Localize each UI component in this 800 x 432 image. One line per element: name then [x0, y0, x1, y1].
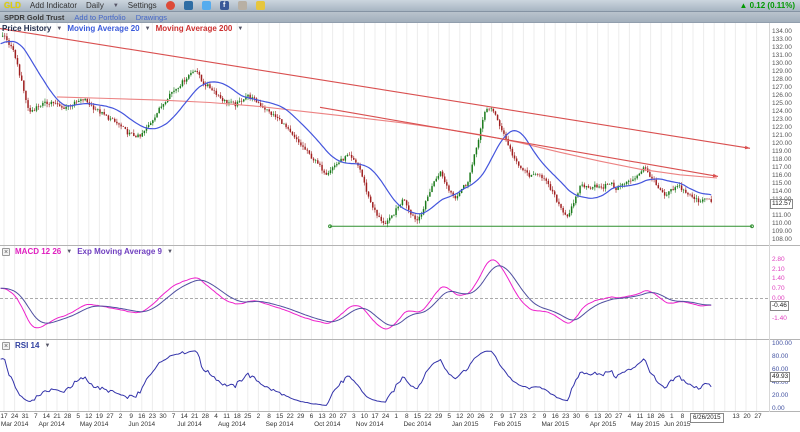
- candlesticks: [2, 32, 712, 227]
- price-change-readout: ▲ 0.12 (0.11%): [739, 1, 795, 10]
- price-history-dropdown[interactable]: Price History: [2, 24, 51, 33]
- rsi-caret-icon[interactable]: ▼: [44, 343, 50, 349]
- macd-close-button[interactable]: ×: [2, 248, 10, 256]
- price-chart-canvas[interactable]: [0, 23, 770, 245]
- ma20-line: [1, 42, 712, 214]
- price-history-caret-icon[interactable]: ▼: [56, 26, 62, 32]
- macd-signal-caret-icon[interactable]: ▼: [167, 249, 173, 255]
- googleplus-icon[interactable]: [166, 1, 175, 10]
- price-chart-pane[interactable]: Price History ▼ Moving Average 20 ▼ Movi…: [0, 23, 800, 245]
- macd-signal-line: [1, 266, 712, 326]
- price-indicator-row: Price History ▼ Moving Average 20 ▼ Movi…: [2, 24, 243, 33]
- macd-signal-dropdown[interactable]: Exp Moving Average 9: [77, 247, 162, 256]
- week-tick-label: 8: [674, 413, 690, 420]
- rsi-close-button[interactable]: ×: [2, 342, 10, 350]
- axis-divider: [769, 23, 770, 412]
- macd-gridlines: [4, 246, 757, 339]
- add-indicator-button[interactable]: Add Indicator: [30, 1, 77, 10]
- rsi-header: × RSI 14 ▼: [2, 341, 50, 350]
- timeframe-select[interactable]: Daily: [86, 1, 104, 10]
- ma200-caret-icon[interactable]: ▼: [237, 26, 243, 32]
- email-icon[interactable]: [256, 1, 265, 10]
- ma20-caret-icon[interactable]: ▼: [145, 26, 151, 32]
- month-label: Jun 2015: [647, 421, 707, 428]
- macd-canvas[interactable]: [0, 246, 770, 339]
- rsi-dropdown[interactable]: RSI 14: [15, 341, 39, 350]
- macd-header: × MACD 12 26 ▼ Exp Moving Average 9 ▼: [2, 247, 173, 256]
- price-gridlines: [4, 23, 757, 245]
- twitter-icon[interactable]: [202, 1, 211, 10]
- up-arrow-icon: ▲: [739, 1, 747, 10]
- facebook-icon[interactable]: f: [220, 1, 229, 10]
- charting-app-window: GLD Add Indicator Daily ▼ Settings f ▲ 0…: [0, 0, 800, 432]
- drawings-menu-link[interactable]: Drawings: [136, 13, 167, 22]
- symbol-box[interactable]: GLD: [4, 1, 21, 10]
- ma200-line: [57, 97, 717, 178]
- rsi-canvas[interactable]: [0, 340, 770, 411]
- ma200-dropdown[interactable]: Moving Average 200: [156, 24, 233, 33]
- macd-pane[interactable]: × MACD 12 26 ▼ Exp Moving Average 9 ▼: [0, 246, 800, 339]
- macd-caret-icon[interactable]: ▼: [66, 249, 72, 255]
- settings-button[interactable]: Settings: [128, 1, 157, 10]
- timeframe-caret-icon[interactable]: ▼: [113, 3, 119, 9]
- symbol-name-label: SPDR Gold Trust: [4, 13, 64, 22]
- stocktwits-icon[interactable]: [184, 1, 193, 10]
- rsi-gridlines: [4, 340, 757, 411]
- top-toolbar: GLD Add Indicator Daily ▼ Settings f ▲ 0…: [0, 0, 800, 12]
- print-icon[interactable]: [238, 1, 247, 10]
- macd-dropdown[interactable]: MACD 12 26: [15, 247, 61, 256]
- date-axis: 6/26/2015 172431Mar 20147142128Apr 20145…: [0, 412, 800, 432]
- ma20-dropdown[interactable]: Moving Average 20: [67, 24, 139, 33]
- macd-line: [1, 260, 712, 329]
- add-to-portfolio-link[interactable]: Add to Portfolio: [74, 13, 125, 22]
- rsi-line: [1, 351, 712, 406]
- future-week-tick-label: 27: [750, 413, 766, 420]
- symbol-info-bar: SPDR Gold Trust Add to Portfolio Drawing…: [0, 12, 800, 23]
- rsi-pane[interactable]: × RSI 14 ▼: [0, 340, 800, 411]
